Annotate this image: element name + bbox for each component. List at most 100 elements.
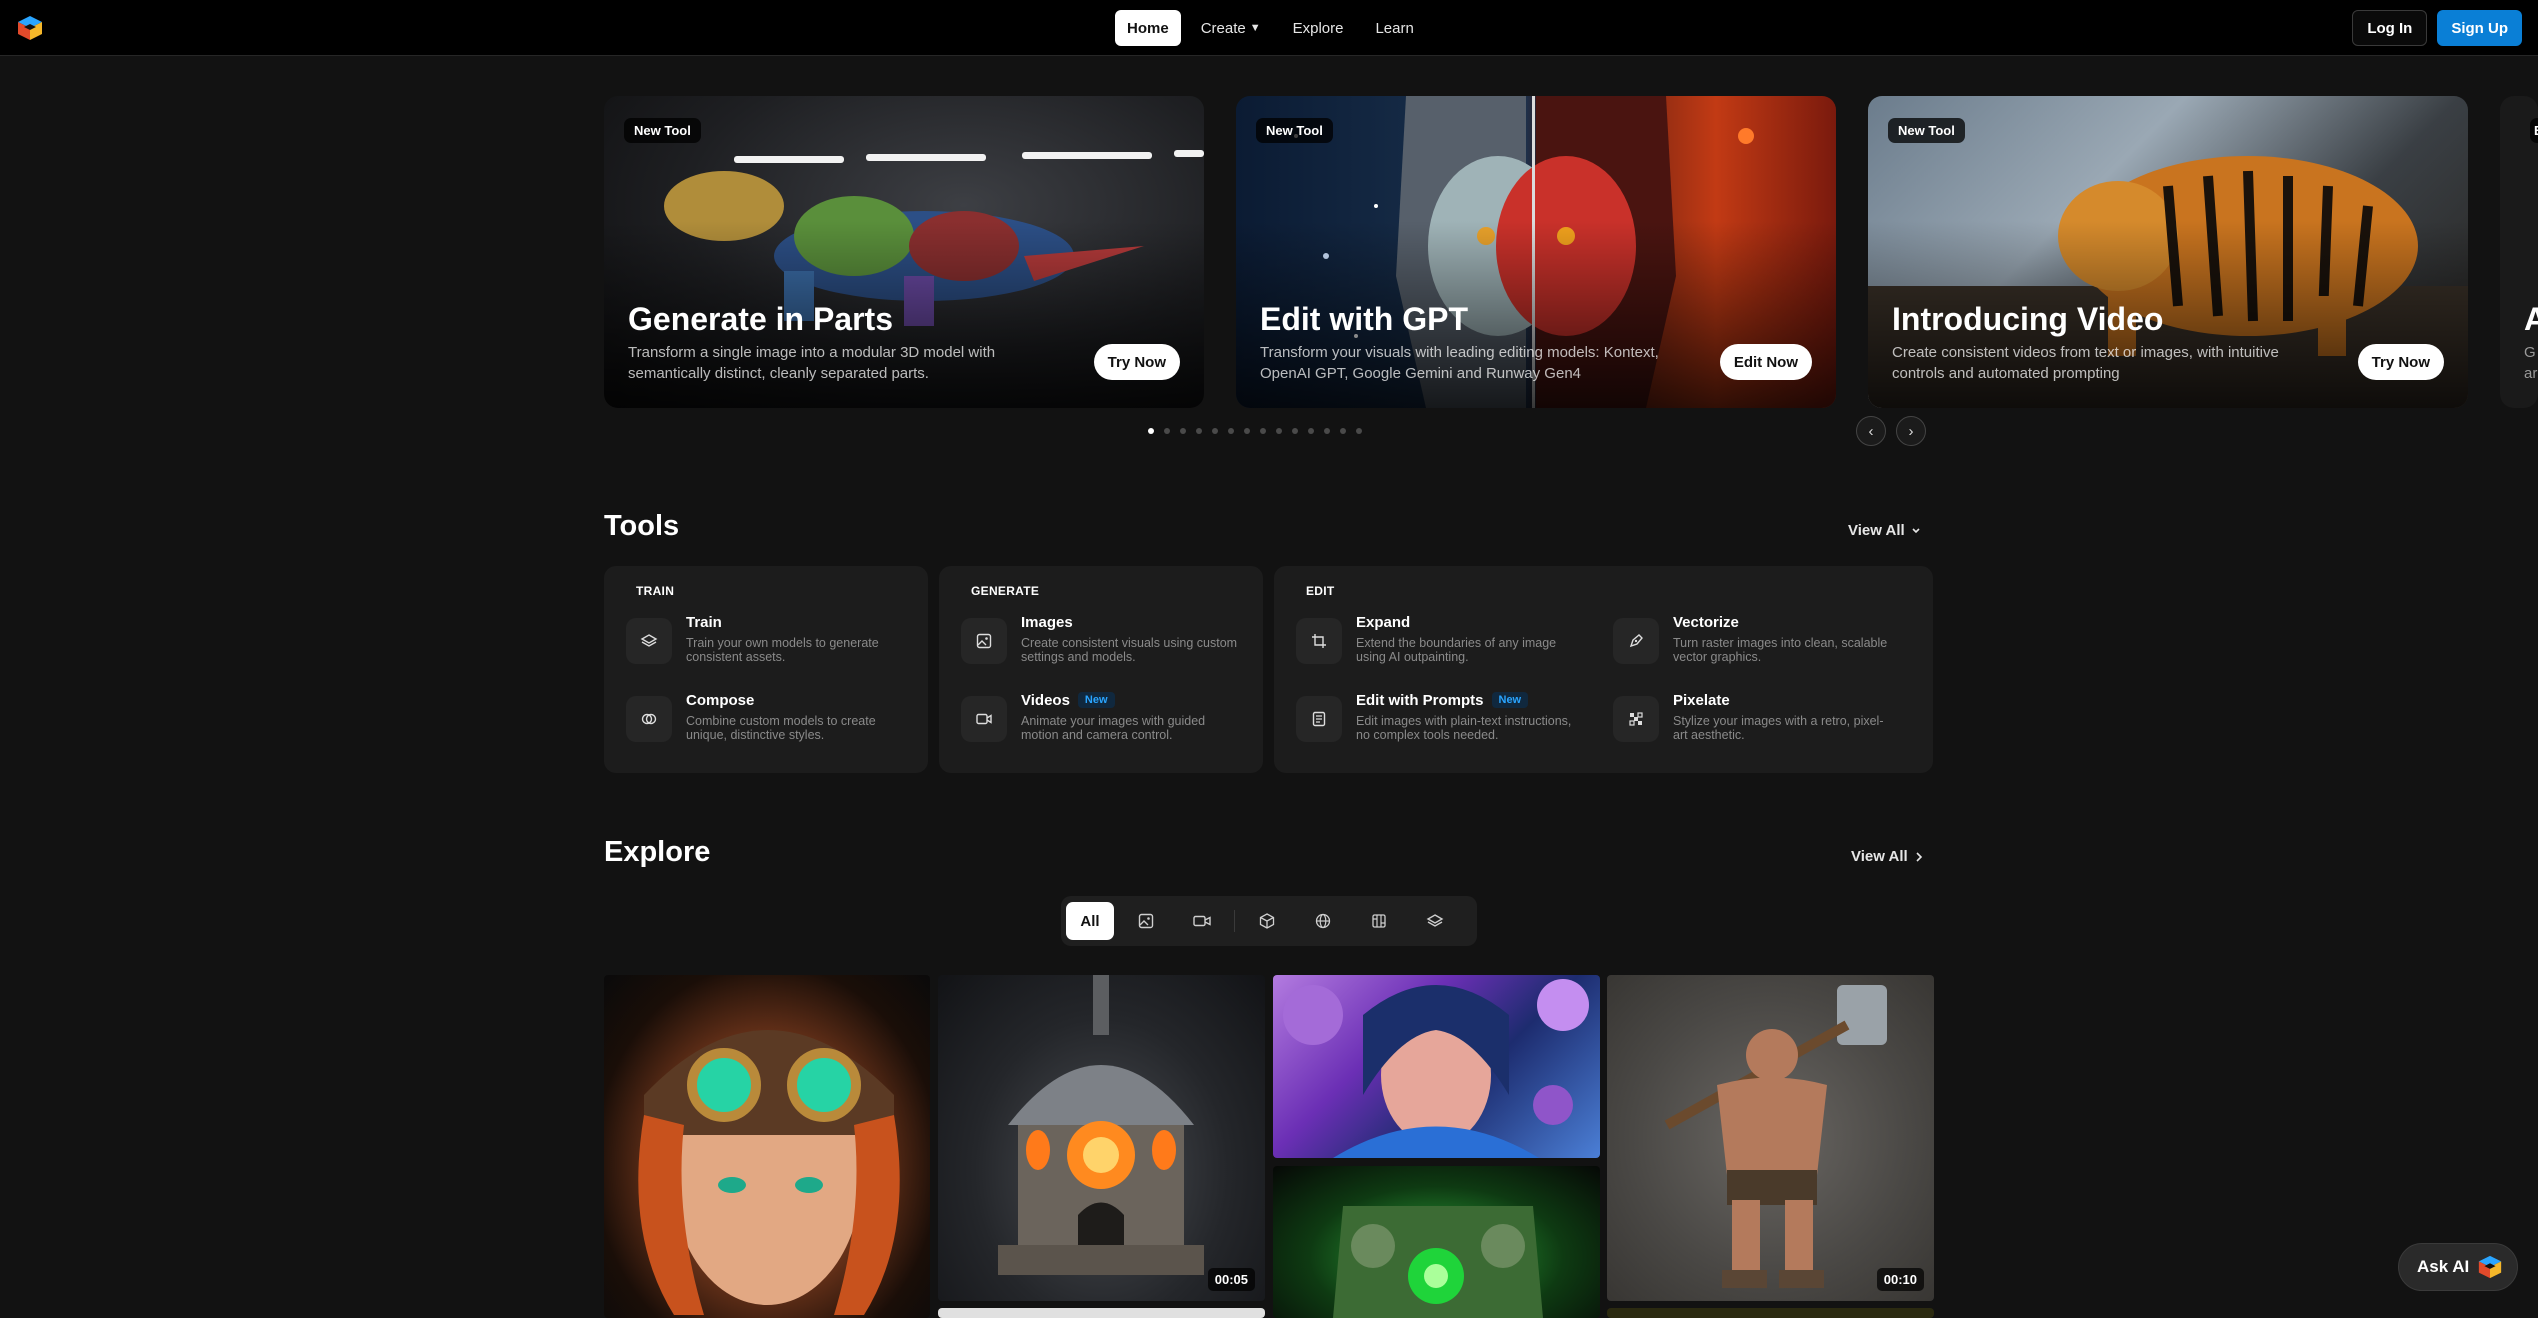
explore-filter-bar: All xyxy=(1061,896,1477,946)
signup-button[interactable]: Sign Up xyxy=(2437,10,2522,46)
tool-vectorize[interactable]: Vectorize Turn raster images into clean,… xyxy=(1613,614,1913,670)
gallery-tile-partial[interactable] xyxy=(938,1308,1265,1318)
filter-all[interactable]: All xyxy=(1066,902,1114,940)
carousel-arrows: ‹ › xyxy=(1856,416,1926,446)
explore-title: Explore xyxy=(604,836,711,868)
gallery-image xyxy=(998,975,1204,1275)
carousel-dot[interactable] xyxy=(1196,428,1202,434)
chevron-down-icon xyxy=(1912,527,1920,533)
explore-view-all[interactable]: View All xyxy=(1851,848,1924,865)
tool-name: Vectorize xyxy=(1673,614,1739,631)
gallery-tile-goggles-girl[interactable] xyxy=(604,975,930,1318)
peek-desc: G ar xyxy=(2524,344,2538,382)
carousel-dot[interactable] xyxy=(1276,428,1282,434)
filter-video-icon[interactable] xyxy=(1178,902,1226,940)
document-icon xyxy=(1296,696,1342,742)
nav-create-label: Create xyxy=(1200,19,1246,37)
filter-texture-icon[interactable] xyxy=(1355,902,1403,940)
tool-group-label: GENERATE xyxy=(971,584,1040,598)
filter-globe-icon[interactable] xyxy=(1299,902,1347,940)
hero-card-edit-with-gpt[interactable]: New Tool Edit with GPT Transform your vi… xyxy=(1236,96,1836,408)
nav-home[interactable]: Home xyxy=(1115,10,1181,46)
tool-desc: Combine custom models to create unique, … xyxy=(686,714,876,742)
tool-group-train: TRAIN Train Train your own models to gen… xyxy=(604,566,928,773)
carousel-dot[interactable] xyxy=(1308,428,1314,434)
carousel-dot[interactable] xyxy=(1164,428,1170,434)
carousel-dot[interactable] xyxy=(1324,428,1330,434)
hero-card-title: Introducing Video xyxy=(1892,301,2164,337)
layers-icon xyxy=(626,618,672,664)
auth-buttons: Log In Sign Up xyxy=(2352,10,2522,46)
pixel-icon xyxy=(1613,696,1659,742)
hero-card-desc: Transform a single image into a modular … xyxy=(628,344,996,382)
nav-create[interactable]: Create ▼ xyxy=(1189,10,1273,46)
carousel-dot[interactable] xyxy=(1356,428,1362,434)
explore-view-all-label: View All xyxy=(1851,848,1908,865)
tool-pixelate[interactable]: Pixelate Stylize your images with a retr… xyxy=(1613,692,1913,748)
new-tool-pill: New Tool xyxy=(624,118,701,143)
duration-badge: 00:10 xyxy=(1876,1268,1924,1291)
gallery-image xyxy=(638,1030,900,1315)
try-now-button[interactable]: Try Now xyxy=(2357,344,2444,380)
logo-icon[interactable] xyxy=(16,14,44,42)
nav-home-label: Home xyxy=(1127,19,1169,37)
tools-view-all[interactable]: View All xyxy=(1848,522,1921,539)
ask-ai-button[interactable]: Ask AI xyxy=(2398,1243,2519,1291)
tool-videos[interactable]: Videos New Animate your images with guide… xyxy=(961,692,1261,748)
filter-cube-icon[interactable] xyxy=(1243,902,1291,940)
tool-group-edit: EDIT Expand Extend the boundaries of any… xyxy=(1274,566,1933,773)
gallery-tile-green-gem[interactable] xyxy=(1273,1166,1600,1318)
carousel-dot[interactable] xyxy=(1180,428,1186,434)
ask-ai-label: Ask AI xyxy=(2417,1257,2470,1276)
tool-train[interactable]: Train Train your own models to generate … xyxy=(626,614,926,670)
tool-desc: Create consistent visuals using custom s… xyxy=(1021,636,1238,664)
try-now-button[interactable]: Try Now xyxy=(1093,344,1180,380)
hero-carousel: New Tool Generate in Parts Transform a s… xyxy=(604,96,2538,408)
logo-icon xyxy=(2479,1255,2502,1279)
tool-images[interactable]: Images Create consistent visuals using c… xyxy=(961,614,1261,670)
tool-name: Pixelate xyxy=(1673,692,1730,709)
nav-explore[interactable]: Explore xyxy=(1281,10,1356,46)
hero-card-generate-in-parts[interactable]: New Tool Generate in Parts Transform a s… xyxy=(604,96,1204,408)
carousel-dot[interactable] xyxy=(1292,428,1298,434)
tool-name: Compose xyxy=(686,692,755,709)
tool-name: Videos New xyxy=(1021,692,1115,709)
gallery-tile-furnace[interactable]: 00:05 xyxy=(938,975,1265,1301)
hero-card-desc: Create consistent videos from text or im… xyxy=(1892,344,2279,382)
tool-desc: Animate your images with guided motion a… xyxy=(1021,714,1206,742)
chevron-left-icon[interactable]: ‹ xyxy=(1856,416,1886,446)
tool-name-text: Videos xyxy=(1021,692,1070,709)
chevron-down-icon: ▼ xyxy=(1249,22,1261,34)
gallery-tile-partial[interactable] xyxy=(1607,1308,1934,1318)
tool-edit-with-prompts[interactable]: Edit with Prompts New Edit images with pl… xyxy=(1296,692,1596,748)
carousel-dot[interactable] xyxy=(1228,428,1234,434)
carousel-dot[interactable] xyxy=(1148,428,1154,434)
hero-card-introducing-video[interactable]: New Tool Introducing Video Create consis… xyxy=(1868,96,2468,408)
hero-card-desc: Transform your visuals with leading edit… xyxy=(1260,344,1659,382)
carousel-dot[interactable] xyxy=(1260,428,1266,434)
hero-card-peek[interactable]: E A G ar xyxy=(2500,96,2538,408)
duration-badge: 00:05 xyxy=(1207,1268,1255,1291)
gallery-image xyxy=(1283,979,1589,1158)
filter-layers-icon[interactable] xyxy=(1411,902,1459,940)
nav-explore-label: Explore xyxy=(1292,19,1344,37)
filter-image-icon[interactable] xyxy=(1122,902,1170,940)
carousel-dot[interactable] xyxy=(1340,428,1346,434)
chevron-right-icon[interactable]: › xyxy=(1896,416,1926,446)
carousel-dot[interactable] xyxy=(1212,428,1218,434)
nav-learn[interactable]: Learn xyxy=(1363,10,1425,46)
pen-icon xyxy=(1613,618,1659,664)
tool-desc: Stylize your images with a retro, pixel-… xyxy=(1673,714,1884,742)
edit-now-button[interactable]: Edit Now xyxy=(1719,344,1812,380)
gallery-tile-barbarian[interactable]: 00:10 xyxy=(1607,975,1934,1301)
chevron-right-icon xyxy=(1916,851,1922,862)
login-button[interactable]: Log In xyxy=(2352,10,2428,46)
carousel-dot[interactable] xyxy=(1244,428,1250,434)
tool-expand[interactable]: Expand Extend the boundaries of any imag… xyxy=(1296,614,1596,670)
tool-compose[interactable]: Compose Combine custom models to create … xyxy=(626,692,926,748)
tool-name: Images xyxy=(1021,614,1073,631)
compose-icon xyxy=(626,696,672,742)
tools-view-all-label: View All xyxy=(1848,522,1905,539)
gallery-tile-purple-warrior[interactable] xyxy=(1273,975,1600,1158)
tool-name: Expand xyxy=(1356,614,1411,631)
